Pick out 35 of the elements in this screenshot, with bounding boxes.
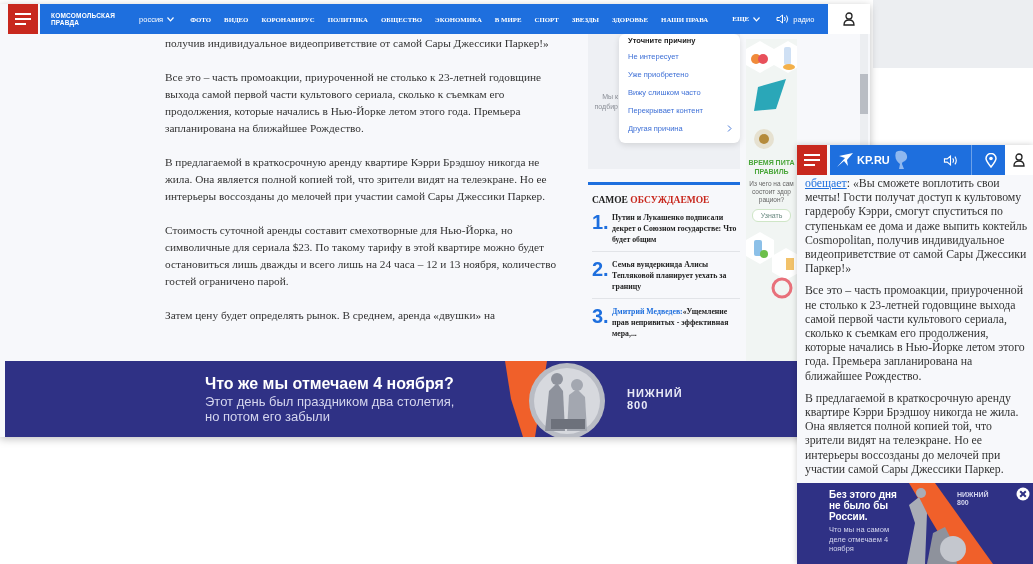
menu-icon [804, 154, 820, 166]
article-paragraph: Все это – часть промоакции, приуроченной не столько к 23-летней годовщине выхода самой первой части культового сериала, сколько к съемкам его продолжения, которые начались в Нью-Йорке летом этого года. Премьера запланирована на ближайшее Рождество. [805, 283, 1026, 383]
speaker-icon[interactable] [943, 154, 958, 166]
rank-number: 3. [592, 306, 608, 329]
banner-subtitle: Этот день был праздником два столетия, но потом его забыли [205, 394, 456, 424]
section-title: САМОЕ ОБСУЖДАЕМОЕ [592, 195, 711, 205]
menu-button[interactable] [797, 145, 827, 175]
article-paragraph: Затем цену будет определять рынок. В среднем, аренда «двушки» на [165, 308, 496, 323]
location-pin-icon[interactable] [985, 152, 997, 168]
promo-banner[interactable]: Что же мы отмечаем 4 ноября? Этот день был праздником два столетия, но потом его забыли НИЖНИЙ 800 [5, 361, 797, 437]
article-paragraph: получив индивидуальное видеоприветствие от самой Сары Джессики Паркер!» [165, 36, 550, 51]
chevron-down-icon [753, 16, 761, 22]
user-icon[interactable] [1013, 153, 1025, 167]
mascot-icon [892, 150, 909, 170]
chevron-right-icon [727, 124, 732, 132]
banner-title: Без этого дня не было бы России. [829, 489, 898, 522]
article-paragraph: В предлагаемой в краткосрочную аренду квартире Кэрри Брэдшоу никогда не жила. Она является полной копией той, что зрители видят на телеэкране. Но ее интерьеры воссозданы до мелочей при участии самой Сары Джессики Паркер. [165, 155, 548, 204]
site-logo-text[interactable]: KP.RU [857, 154, 890, 166]
article-paragraph: Стоимость суточной аренды составит смехотворные для Нью-Йорка, но символичные для сериала $23. По такому тарифу в этой квартире можно будет остановиться лишь дважды и всего лишь на 24 часа – 12 и 13 ноября, количество гостей ограничено парой. [165, 223, 557, 289]
article-paragraph: В предлагаемой в краткосрочную аренду квартире Кэрри Брэдшоу никогда не жила. Она является полной копией той, что зрители видят на телеэкране. Но ее интерьеры воссозданы до мелочей при участии самой Сары Джессики Паркер. [805, 390, 1020, 477]
scrollbar-thumb[interactable] [860, 74, 868, 114]
brand-logo-text: НИЖНИЙ 800 [627, 387, 683, 411]
banner-title: Что же мы отмечаем 4 ноября? [205, 374, 455, 394]
chevron-down-icon [167, 16, 175, 22]
speaker-icon [776, 14, 790, 24]
rank-number: 1. [592, 212, 608, 235]
article-paragraph: обещает: «Вы сможете воплотить свои мечты! Гости получат доступ к культовому гардеробу Кэрри, смогут спуститься по ступенькам ее дома и даже выпить коктейль Cosmopolitan, получив индивидуальное видеоприветствие от самой Сары Джессики Паркер!» [805, 176, 1029, 276]
close-icon[interactable] [1016, 487, 1030, 501]
user-icon[interactable] [843, 12, 855, 26]
menu-button[interactable] [8, 4, 38, 34]
bird-logo-icon [836, 152, 854, 168]
menu-icon [15, 13, 31, 25]
article-link[interactable]: обещает [805, 176, 847, 190]
article-paragraph: Все это – часть промоакции, приуроченной не столько к 23-летней годовщине выхода самой первой части культового сериала, сколько к съемкам его продолжения, которые начались в Нью-Йорке летом этого года. Премьера запланирована на ближайшее Рождество. [165, 70, 543, 136]
rank-number: 2. [592, 259, 608, 282]
